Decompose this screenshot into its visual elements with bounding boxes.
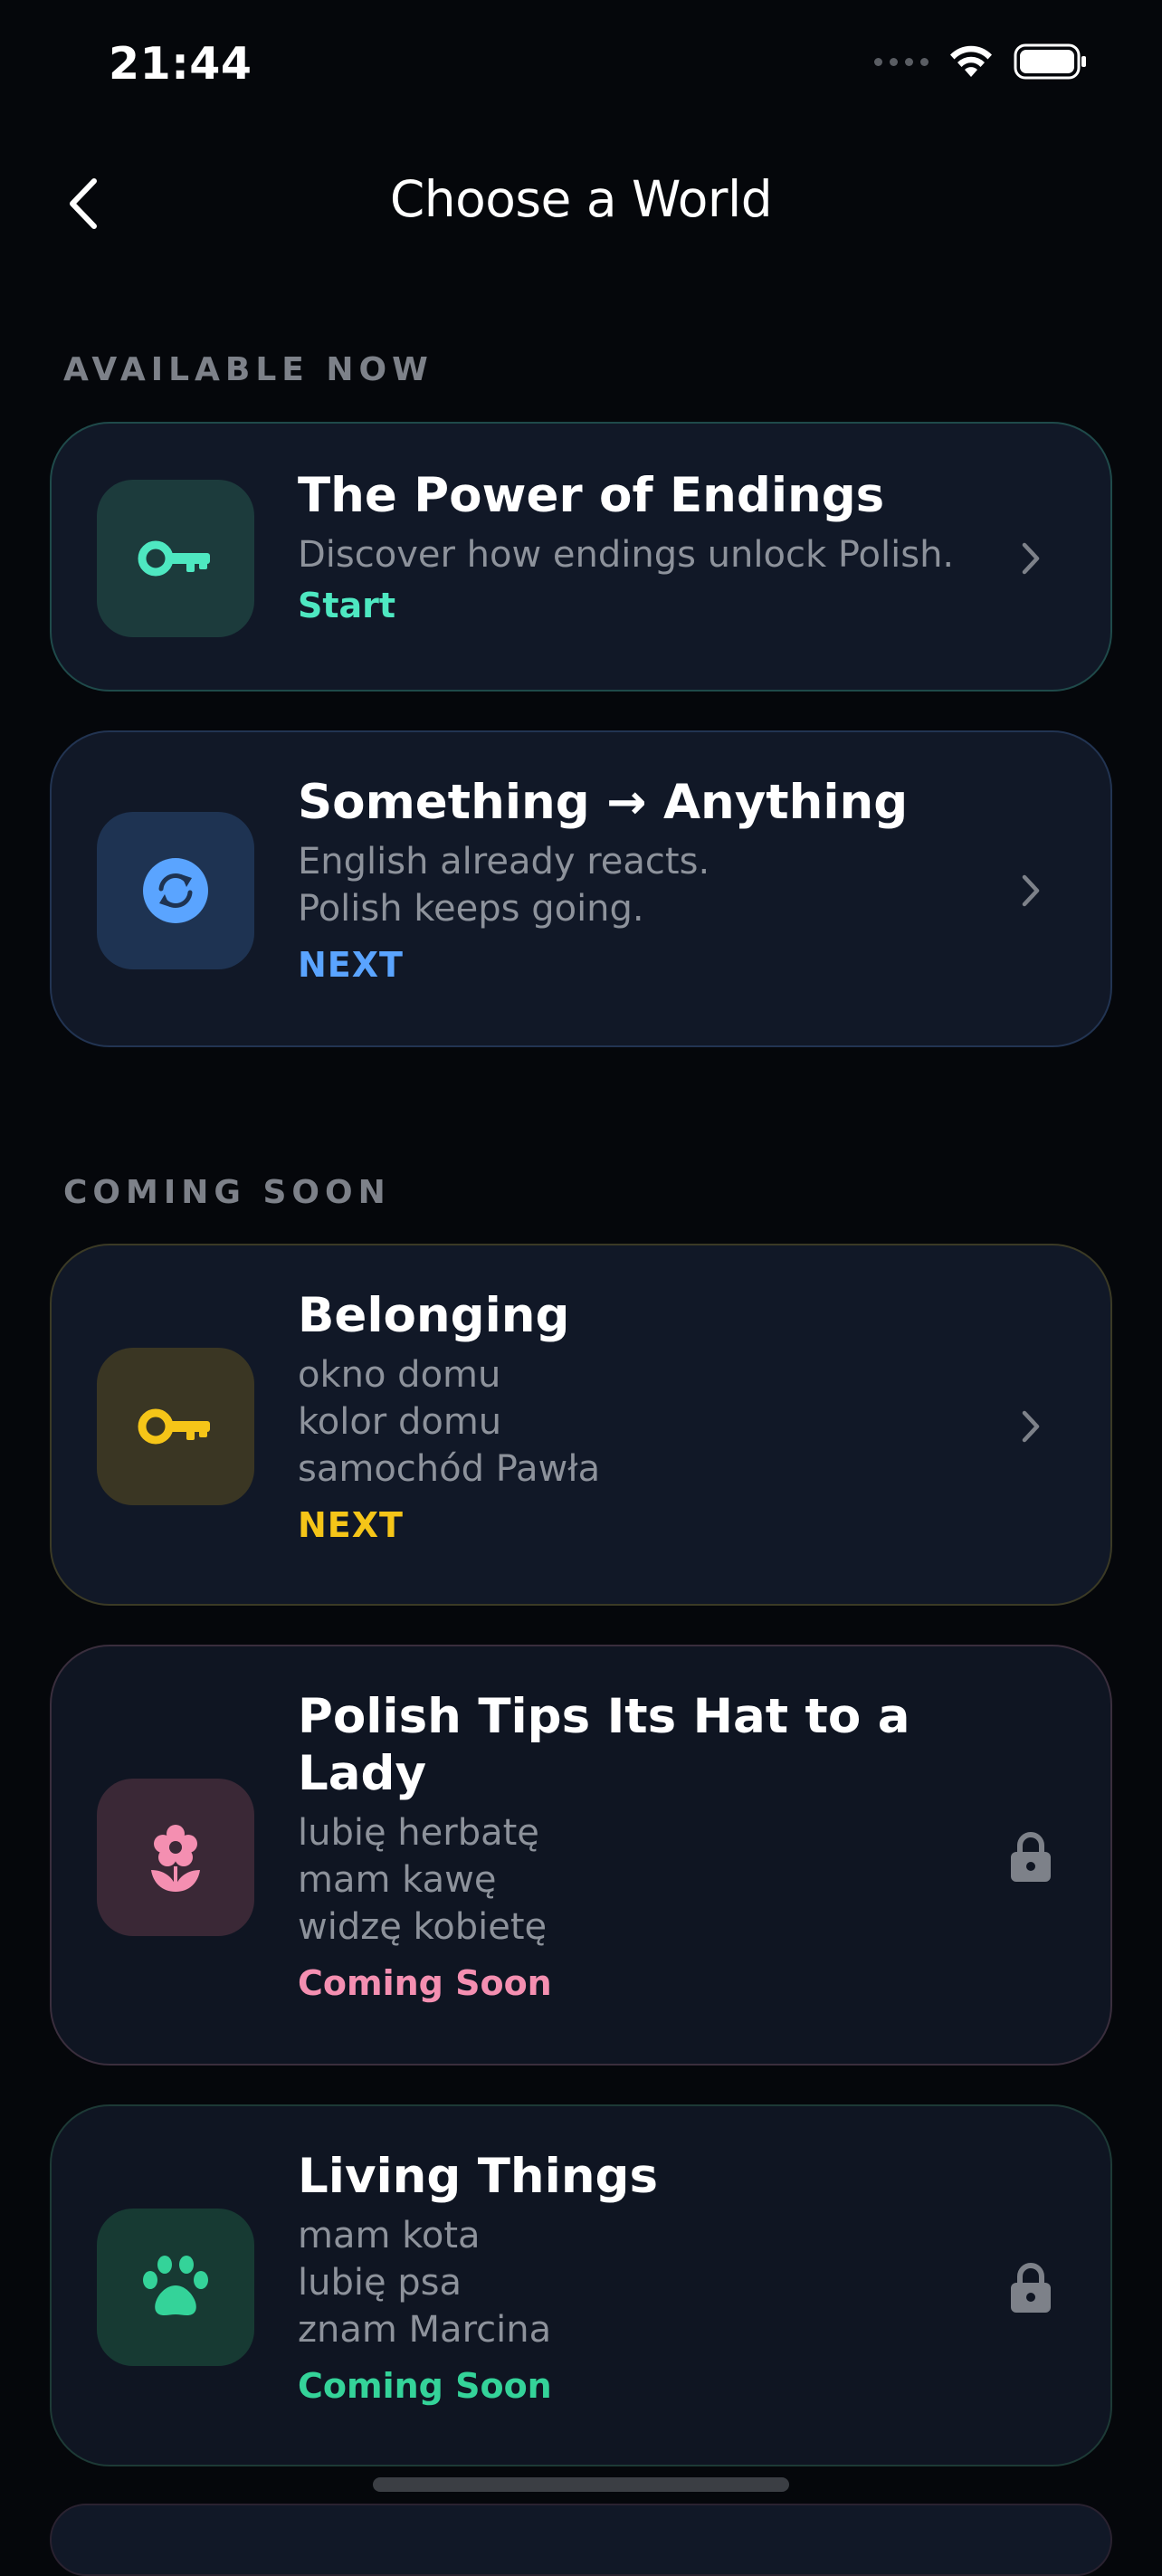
world-card-belonging[interactable]: Belonging okno domu kolor domu samochód … xyxy=(50,1244,1112,1606)
card-icon-tile xyxy=(97,812,254,969)
card-status: Coming Soon xyxy=(298,1963,552,2003)
chevron-right-icon xyxy=(1022,542,1040,575)
cellular-signal-icon xyxy=(874,57,929,66)
card-title: Something → Anything xyxy=(298,775,909,830)
key-icon xyxy=(138,1408,210,1445)
card-status: NEXT xyxy=(298,1505,404,1545)
lock-icon xyxy=(1011,2263,1051,2313)
card-trailing xyxy=(1005,1831,1056,1882)
card-icon-tile xyxy=(97,1348,254,1505)
paw-icon xyxy=(143,2256,208,2315)
card-description-line: Polish keeps going. xyxy=(298,888,644,930)
status-bar: 21:44 xyxy=(0,0,1162,136)
card-example-line: okno domu xyxy=(298,1354,501,1396)
card-body: Living Things mam kota lubię psa znam Ma… xyxy=(298,2148,984,2409)
key-icon xyxy=(138,540,210,577)
card-example-line: lubię herbatę xyxy=(298,1812,539,1854)
home-indicator[interactable] xyxy=(373,2477,789,2492)
world-card-power-of-endings[interactable]: The Power of Endings Discover how ending… xyxy=(50,422,1112,692)
card-icon-tile xyxy=(97,2209,254,2366)
card-example-line: widzę kobietę xyxy=(298,1906,548,1948)
card-body: Something → Anything English already rea… xyxy=(298,774,984,988)
card-body: Belonging okno domu kolor domu samochód … xyxy=(298,1287,984,1549)
section-header-available: AVAILABLE NOW xyxy=(63,351,433,388)
card-example-line: znam Marcina xyxy=(298,2309,552,2351)
sync-icon xyxy=(143,858,208,923)
card-title: Belonging xyxy=(298,1288,570,1343)
card-trailing xyxy=(1005,533,1056,584)
card-title: Polish Tips Its Hat to a Lady xyxy=(298,1689,910,1801)
card-example-line: lubię psa xyxy=(298,2262,462,2304)
card-body: The Power of Endings Discover how ending… xyxy=(298,467,984,629)
world-card-polish-tips-hat[interactable]: Polish Tips Its Hat to a Lady lubię herb… xyxy=(50,1645,1112,2066)
flower-icon xyxy=(151,1825,200,1892)
chevron-right-icon xyxy=(1022,874,1040,907)
card-icon-tile xyxy=(97,480,254,637)
world-card-peek xyxy=(50,2504,1112,2576)
card-example-line: mam kawę xyxy=(298,1859,497,1901)
wifi-icon xyxy=(950,45,992,77)
card-example-line: kolor domu xyxy=(298,1401,502,1443)
card-trailing xyxy=(1005,1401,1056,1452)
chevron-right-icon xyxy=(1022,1410,1040,1443)
card-status: Start xyxy=(298,586,396,625)
page-title: Choose a World xyxy=(389,170,773,228)
card-trailing xyxy=(1005,2262,1056,2313)
world-card-something-anything[interactable]: Something → Anything English already rea… xyxy=(50,730,1112,1047)
navigation-bar: Choose a World xyxy=(0,154,1162,253)
card-description: Discover how endings unlock Polish. xyxy=(298,534,955,576)
card-body: Polish Tips Its Hat to a Lady lubię herb… xyxy=(298,1688,984,2007)
section-header-coming-soon: COMING SOON xyxy=(63,1174,391,1211)
card-example-line: samochód Pawła xyxy=(298,1448,601,1490)
status-icons xyxy=(874,43,1088,80)
card-status: NEXT xyxy=(298,945,404,985)
card-example-line: mam kota xyxy=(298,2215,481,2256)
status-time: 21:44 xyxy=(109,38,252,90)
card-icon-tile xyxy=(97,1779,254,1936)
card-trailing xyxy=(1005,865,1056,916)
battery-icon xyxy=(1014,43,1086,80)
card-title: Living Things xyxy=(298,2149,659,2204)
card-status: Coming Soon xyxy=(298,2366,552,2406)
world-card-living-things[interactable]: Living Things mam kota lubię psa znam Ma… xyxy=(50,2104,1112,2466)
lock-icon xyxy=(1011,1832,1051,1882)
card-title: The Power of Endings xyxy=(298,468,885,523)
card-description-line: English already reacts. xyxy=(298,841,710,883)
